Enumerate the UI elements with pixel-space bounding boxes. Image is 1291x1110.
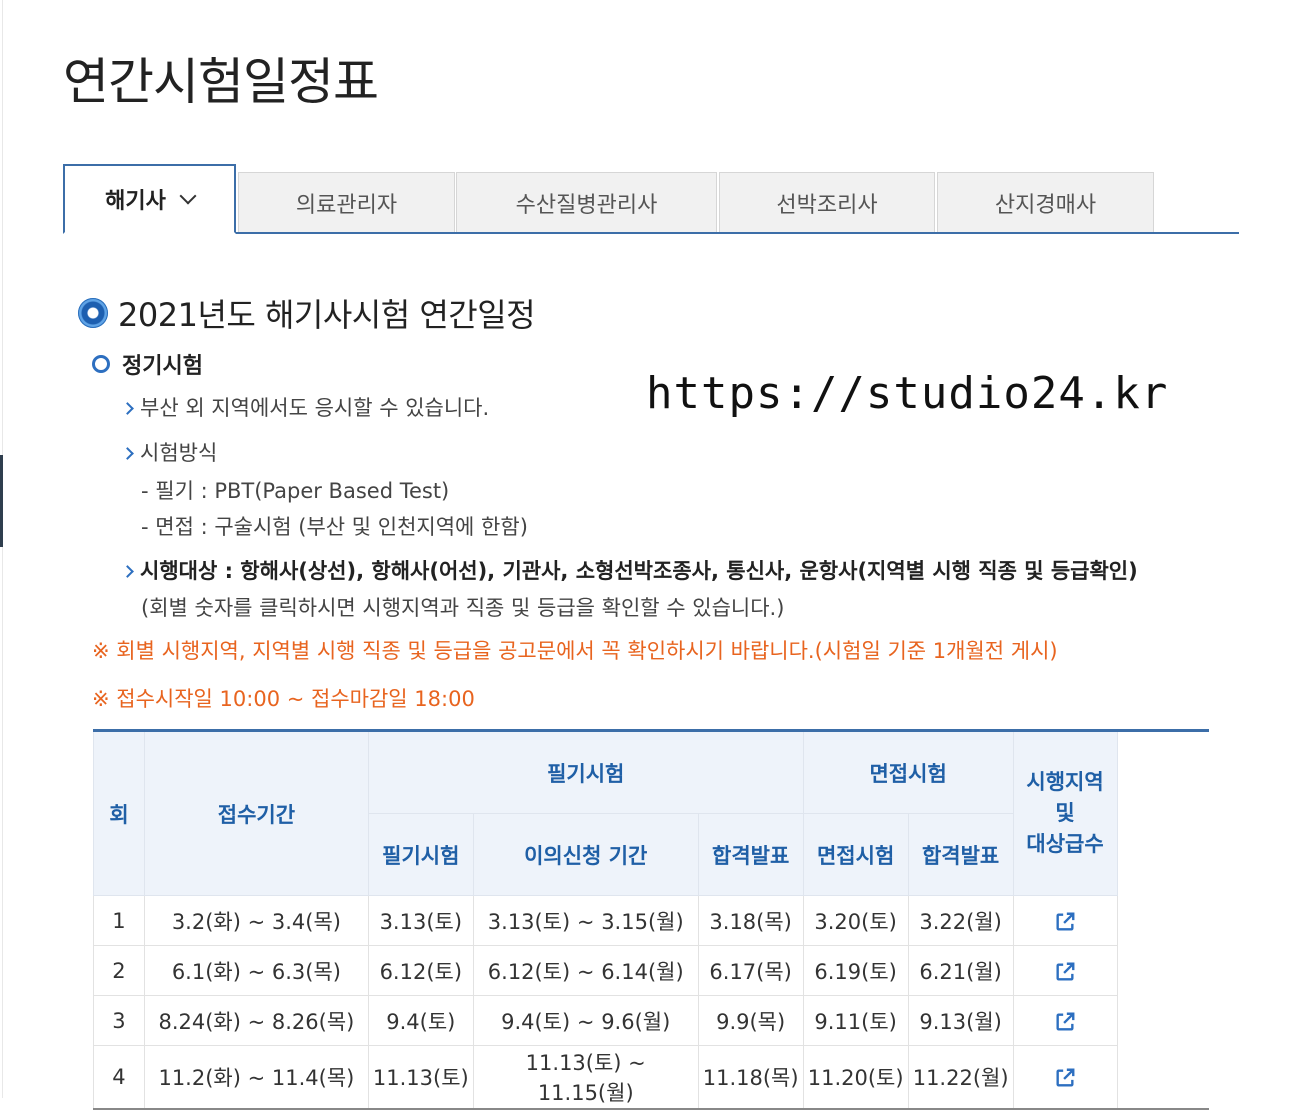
info-line-region: 부산 외 지역에서도 응시할 수 있습니다. [121, 392, 489, 422]
table-row: 1 3.2(화) ~ 3.4(목) 3.13(토) 3.13(토) ~ 3.15… [93, 895, 1209, 946]
tab-fish-disease-manager[interactable]: 수산질병관리사 [456, 172, 717, 232]
chevron-right-icon [121, 402, 134, 415]
info-line-targets: 시행대상 : 항해사(상선), 항해사(어선), 기관사, 소형선박조종사, 통… [121, 555, 1138, 585]
chevron-down-icon [179, 187, 197, 205]
cell-interview-result: 3.22(월) [907, 895, 1014, 946]
info-line-method: 시험방식 [121, 437, 217, 467]
cell-blank [1117, 945, 1209, 996]
cell-objection: 11.13(토) ~ 11.15(월) [472, 1045, 699, 1110]
header-written: 필기시험 [367, 730, 804, 814]
left-border [2, 0, 3, 1098]
subsection-title-text: 정기시험 [122, 354, 203, 379]
tab-label: 산지경매사 [994, 192, 1097, 218]
cell-written-result: 11.18(목) [697, 1045, 804, 1110]
cell-period: 6.1(화) ~ 6.3(목) [143, 945, 369, 996]
cell-objection: 3.13(토) ~ 3.15(월) [472, 895, 699, 946]
table-row: 3 8.24(화) ~ 8.26(목) 9.4(토) 9.4(토) ~ 9.6(… [93, 995, 1209, 1046]
cell-interview: 6.19(토) [802, 945, 909, 996]
header-period: 접수기간 [143, 730, 369, 896]
cell-period: 11.2(화) ~ 11.4(목) [143, 1045, 369, 1110]
header-objection: 이의신청 기간 [472, 813, 699, 896]
info-line-interview: - 면접 : 구술시험 (부산 및 인천지역에 한함) [141, 515, 528, 539]
external-link-icon[interactable] [1054, 1011, 1076, 1033]
cell-region-link[interactable] [1012, 895, 1118, 946]
cell-blank [1117, 1045, 1209, 1110]
external-link-icon[interactable] [1054, 1067, 1076, 1089]
cell-interview-result: 9.13(월) [907, 995, 1014, 1046]
cell-round[interactable]: 2 [93, 945, 145, 996]
header-interview-exam: 면접시험 [802, 813, 909, 896]
cell-period: 3.2(화) ~ 3.4(목) [143, 895, 369, 946]
cell-objection: 6.12(토) ~ 6.14(월) [472, 945, 699, 996]
header-interview-result: 합격발표 [907, 813, 1014, 896]
table-row: 4 11.2(화) ~ 11.4(목) 11.13(토) 11.13(토) ~ … [93, 1045, 1209, 1110]
cell-blank [1117, 895, 1209, 946]
cell-written-result: 9.9(목) [697, 995, 804, 1046]
cell-period: 8.24(화) ~ 8.26(목) [143, 995, 369, 1046]
cell-interview: 11.20(토) [802, 1045, 909, 1110]
external-link-icon[interactable] [1054, 911, 1076, 933]
header-round: 회 [93, 730, 145, 896]
tab-haegisa[interactable]: 해기사 [63, 164, 236, 234]
tab-label: 수산질병관리사 [515, 192, 658, 218]
info-line-written: - 필기 : PBT(Paper Based Test) [141, 479, 450, 503]
cell-region-link[interactable] [1012, 995, 1118, 1046]
header-written-exam: 필기시험 [367, 813, 474, 896]
section-title: 2021년도 해기사시험 연간일정 [78, 290, 536, 336]
subsection-title: 정기시험 [92, 348, 203, 380]
tab-label: 해기사 [105, 189, 166, 214]
cell-round[interactable]: 3 [93, 995, 145, 1046]
cell-interview-result: 6.21(월) [907, 945, 1014, 996]
schedule-table: 회 접수기간 필기시험 면접시험 시행지역 및 대상급수 필기시험 이의신청 기… [93, 729, 1209, 1110]
side-scroll-marker [0, 455, 3, 547]
cell-interview: 9.11(토) [802, 995, 909, 1046]
table-row: 2 6.1(화) ~ 6.3(목) 6.12(토) 6.12(토) ~ 6.14… [93, 945, 1209, 996]
header-blank [1117, 730, 1209, 896]
header-written-result: 합격발표 [697, 813, 804, 896]
cell-region-link[interactable] [1012, 945, 1118, 996]
ring-bullet-icon [92, 355, 110, 373]
cell-round[interactable]: 1 [93, 895, 145, 946]
cell-written: 11.13(토) [367, 1045, 474, 1110]
cell-objection: 9.4(토) ~ 9.6(월) [472, 995, 699, 1046]
warning-notice-2: ※ 접수시작일 10:00 ~ 접수마감일 18:00 [92, 687, 475, 711]
info-line-click-hint: (회별 숫자를 클릭하시면 시행지역과 직종 및 등급을 확인할 수 있습니다.… [141, 596, 785, 620]
page-title: 연간시험일정표 [63, 53, 379, 111]
tab-label: 선박조리사 [776, 192, 878, 218]
cell-written: 9.4(토) [367, 995, 474, 1046]
tab-label: 의료관리자 [295, 192, 398, 218]
warning-notice-1: ※ 회별 시행지역, 지역별 시행 직종 및 등급을 공고문에서 꼭 확인하시기… [92, 639, 1058, 663]
cell-written-result: 3.18(목) [697, 895, 804, 946]
header-interview: 면접시험 [802, 730, 1014, 814]
cell-interview: 3.20(토) [802, 895, 909, 946]
tab-auctioneer[interactable]: 산지경매사 [937, 172, 1154, 232]
chevron-right-icon [121, 447, 134, 460]
section-title-text: 2021년도 해기사시험 연간일정 [118, 296, 536, 334]
exam-tabs: 해기사 의료관리자 수산질병관리사 선박조리사 산지경매사 [63, 164, 1239, 234]
tab-medical-manager[interactable]: 의료관리자 [238, 172, 455, 232]
circle-bullet-icon [78, 298, 108, 328]
cell-interview-result: 11.22(월) [907, 1045, 1014, 1110]
cell-written: 6.12(토) [367, 945, 474, 996]
cell-written: 3.13(토) [367, 895, 474, 946]
cell-round[interactable]: 4 [93, 1045, 145, 1110]
watermark: https://studio24.kr [646, 368, 1169, 419]
cell-written-result: 6.17(목) [697, 945, 804, 996]
chevron-right-icon [121, 565, 134, 578]
cell-region-link[interactable] [1012, 1045, 1118, 1110]
external-link-icon[interactable] [1054, 961, 1076, 983]
header-region: 시행지역 및 대상급수 [1012, 730, 1118, 896]
tab-ship-cook[interactable]: 선박조리사 [719, 172, 935, 232]
cell-blank [1117, 995, 1209, 1046]
